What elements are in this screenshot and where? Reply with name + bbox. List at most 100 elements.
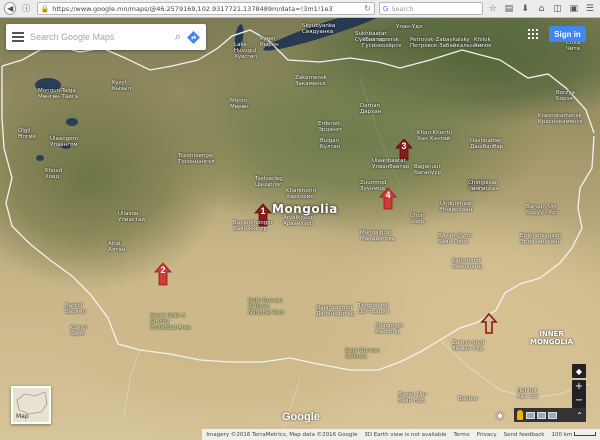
zoom-controls: + −	[572, 380, 586, 408]
map-place-label[interactable]: Sukhbaatar Сүхбаатар	[355, 31, 387, 43]
map-place-label[interactable]: Khanbogd Ханбогд	[375, 323, 403, 335]
marker-4-label: 4	[385, 190, 391, 200]
scale-bar	[574, 432, 596, 436]
map-place-label[interactable]: Zamyn-Uud Замын-Үүд	[452, 340, 484, 352]
map-place-label[interactable]: Gobi Gurvan Saikhan National Park	[248, 298, 285, 316]
map-place-label[interactable]: Khovd Ховд	[45, 168, 62, 180]
region-border-2	[123, 349, 301, 440]
expand-icon[interactable]: ⌃	[576, 411, 583, 420]
map-place-label[interactable]: Krasnokamensk Краснокаменск	[538, 113, 583, 125]
bookmark-star-icon[interactable]: ☆	[487, 2, 499, 15]
map-place-label[interactable]: Dashbalbar Дашбалбар	[470, 138, 503, 150]
zoom-out-button[interactable]: −	[572, 394, 586, 408]
privacy-link[interactable]: Privacy	[477, 432, 497, 438]
map-place-label[interactable]: Khan Khentii Хан Хэнтий	[417, 130, 452, 142]
map-place-label[interactable]: Dalanzadgad Даланзадгад	[316, 305, 354, 317]
map-place-label[interactable]: Mörön Мөрөн	[230, 98, 249, 110]
imagery-thumbnails[interactable]	[526, 411, 557, 419]
map-place-label[interactable]: Ulaangom Улаангом	[50, 136, 78, 148]
map-place-label[interactable]: Skyubyanka Свядуанка	[302, 23, 335, 35]
map-place-label[interactable]: Kyzyl Кызыл	[112, 80, 131, 92]
map-place-label[interactable]: Mongun-Taiga Мөнгөн-Тайга	[38, 88, 78, 100]
pegman-icon[interactable]	[517, 410, 523, 420]
terms-link[interactable]: Terms	[453, 432, 469, 438]
extension-icon[interactable]: ▣	[568, 2, 580, 15]
scale-label: 100 km	[551, 431, 573, 438]
map-place-label[interactable]: Undurkhaan Өндөрхаан	[440, 201, 474, 213]
marker-4[interactable]: 4	[381, 185, 395, 205]
menu-icon[interactable]: ☰	[584, 2, 596, 15]
menu-hamburger-icon[interactable]	[12, 32, 24, 42]
address-bar[interactable]: 🔒 https://www.google.mn/maps/@46.2579169…	[36, 2, 375, 15]
browser-toolbar: ◀ ⓘ 🔒 https://www.google.mn/maps/@46.257…	[0, 0, 600, 18]
apps-grid-icon[interactable]	[528, 29, 538, 39]
marker-1-label: 1	[260, 206, 266, 216]
map-place-label[interactable]: Petrovsk-Zabaykalsky Петровск-Забайкальс…	[410, 37, 483, 49]
back-button[interactable]: ◀	[4, 2, 17, 15]
map-place-label[interactable]: Hohhot Хөх хот	[517, 388, 539, 400]
map-place-label[interactable]: Kumul Хами	[70, 325, 87, 337]
marker-3[interactable]: 3	[397, 136, 411, 156]
map-place-label[interactable]: Bayan-Ovoo Баян-Овоо	[438, 233, 472, 245]
home-icon[interactable]: ⌂	[535, 2, 547, 15]
map-place-label[interactable]: Bayankhongor Баянхонгор	[233, 220, 273, 232]
browser-search-box[interactable]: G Search	[378, 2, 483, 15]
download-icon[interactable]: ⬇	[519, 2, 531, 15]
satellite-map[interactable]: Skyubyanka Свядуанка Улан-Удэ Zakamensk За…	[0, 18, 600, 440]
attribution-text: Imagery ©2016 TerraMetrics, Map data ©20…	[206, 431, 358, 438]
map-place-label[interactable]: Zakamensk Закаменск	[295, 75, 327, 87]
map-place-label[interactable]: Bulgan Булган	[320, 138, 340, 150]
map-type-toggle[interactable]: Map	[11, 386, 51, 424]
map-place-label[interactable]: Baruun-Urt Баруун-Урт	[526, 204, 559, 216]
map-place-label[interactable]: Tsetserleg Цэцэрлэг	[255, 176, 283, 188]
photo-icon[interactable]: ◉	[496, 411, 504, 421]
map-search-input[interactable]	[30, 32, 169, 42]
scale-indicator[interactable]: 100 km	[551, 432, 596, 438]
search-engine-icon: G	[382, 4, 389, 13]
map-place-label[interactable]: Ulaanbaatar Улаанбаатар	[372, 158, 409, 170]
search-icon[interactable]: ⌕	[175, 30, 181, 44]
map-place-label[interactable]: Lake Huvsgul Хувсгөл	[234, 42, 257, 60]
marker-1[interactable]: 1	[256, 201, 270, 221]
map-place-label[interactable]: Chingis Чингис	[468, 180, 488, 192]
compass-icon[interactable]: ◆	[572, 364, 586, 378]
info-button[interactable]: ⓘ	[20, 2, 32, 15]
map-place-label[interactable]: Choir Чойр	[410, 213, 424, 225]
map-place-label[interactable]: Arvaikheer Арвайхээр	[283, 215, 313, 227]
map-place-label[interactable]: Kharkhorin Хархорин	[286, 188, 316, 200]
marker-2[interactable]: 2	[156, 260, 170, 280]
map-place-label[interactable]: Baganuur Багануур	[414, 164, 441, 176]
map-place-label[interactable]: Barkol Баркөл	[65, 303, 86, 315]
zoom-in-button[interactable]: +	[572, 380, 586, 394]
map-place-label[interactable]: Borzya Борзя	[556, 90, 575, 102]
map-place-label[interactable]: Ölgii Өлгий	[18, 128, 36, 140]
send-feedback-link[interactable]: Send feedback	[504, 432, 545, 438]
map-place-label[interactable]: Uliastai Улиастай	[118, 211, 145, 223]
info-icon: ⓘ	[22, 4, 31, 13]
map-place-label[interactable]: Tsogttsetsii Цогтцэций	[358, 303, 389, 315]
map-place-label[interactable]: Baotou	[458, 396, 478, 402]
map-place-label[interactable]: Erdenet Эрдэнэт	[318, 121, 342, 133]
map-place-label[interactable]: Erdenetsagaan Эрдэнэцагаан	[520, 233, 562, 245]
map-place-label[interactable]: Bayan Nur Баян Нур	[398, 392, 427, 404]
map-place-label[interactable]: Tosontsengel Тосонцэнгэл	[178, 153, 215, 165]
sign-in-button[interactable]: Sign in	[549, 26, 586, 42]
map-place-label[interactable]: Altai Алтай	[108, 241, 125, 253]
directions-icon[interactable]	[187, 30, 200, 44]
map-place-label[interactable]: Darhan Дархан	[360, 103, 381, 115]
region-label: INNER MONGOLIA	[530, 330, 573, 346]
map-place-label[interactable]: Great Gobi A Strictly Protected Area	[150, 313, 191, 331]
marker-2-label: 2	[160, 265, 166, 275]
map-place-label[interactable]: Sainshand Сайншанд	[452, 258, 482, 270]
map-place-label[interactable]: Khilok Хилок	[474, 37, 492, 49]
pocket-icon[interactable]: ◫	[551, 2, 563, 15]
map-place-label[interactable]: Gobi Gurvan Saikhan	[345, 348, 380, 360]
map-place-label[interactable]: Kyren Кырен	[260, 36, 279, 48]
reading-list-icon[interactable]: ▤	[503, 2, 515, 15]
map-place-label[interactable]: Улан-Удэ	[396, 24, 422, 30]
reload-icon[interactable]: ↻	[364, 4, 371, 13]
street-view-bar: ⌃	[514, 408, 586, 422]
map-footer: Imagery ©2016 TerraMetrics, Map data ©20…	[0, 429, 600, 440]
map-place-label[interactable]: Mandalgovi Мандалговь	[360, 230, 395, 242]
marker-3-label: 3	[401, 141, 407, 151]
